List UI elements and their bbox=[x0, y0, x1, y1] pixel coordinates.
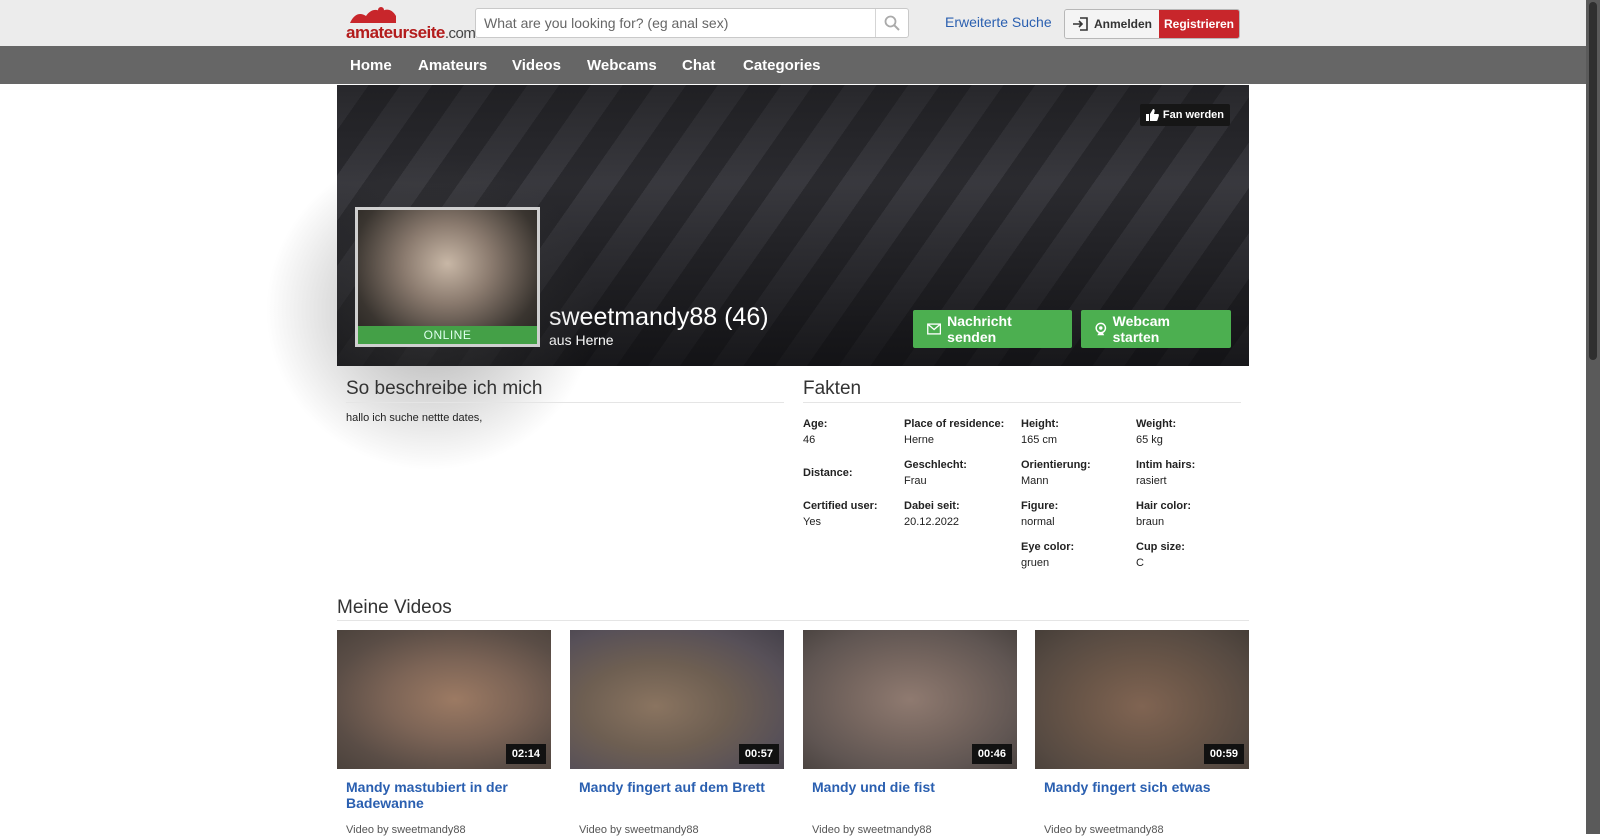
divider bbox=[803, 402, 1241, 403]
fact-age: Age: 46 bbox=[803, 418, 828, 446]
register-button[interactable]: Registrieren bbox=[1159, 10, 1239, 38]
fact-cup-size: Cup size: C bbox=[1136, 541, 1185, 569]
search-box bbox=[475, 8, 909, 38]
search-button[interactable] bbox=[875, 9, 908, 37]
fact-orientation: Orientierung: Mann bbox=[1021, 459, 1091, 487]
webcam-icon bbox=[1095, 322, 1107, 336]
fan-button-label: Fan werden bbox=[1162, 109, 1224, 121]
video-thumbnail[interactable]: 02:14 bbox=[337, 630, 551, 769]
fact-eye-color: Eye color: gruen bbox=[1021, 541, 1075, 569]
nav-item-webcams[interactable]: Webcams bbox=[587, 57, 657, 74]
video-card[interactable]: 00:57 Mandy fingert auf dem Brett Video … bbox=[570, 630, 784, 836]
video-card[interactable]: 00:46 Mandy und die fist Video by sweetm… bbox=[803, 630, 1017, 836]
advanced-search-link[interactable]: Erweiterte Suche bbox=[945, 14, 1052, 30]
send-message-label: Nachricht senden bbox=[947, 313, 1012, 345]
video-thumbnail[interactable]: 00:59 bbox=[1035, 630, 1249, 769]
fact-residence: Place of residence: Herne bbox=[904, 418, 1005, 446]
fact-figure: Figure: normal bbox=[1021, 500, 1059, 528]
video-title-link[interactable]: Mandy fingert auf dem Brett bbox=[579, 779, 779, 795]
video-title-link[interactable]: Mandy mastubiert in der Badewanne bbox=[346, 779, 546, 811]
search-icon bbox=[884, 15, 900, 31]
thumbs-up-icon bbox=[1145, 109, 1159, 121]
scrollbar-thumb[interactable] bbox=[1589, 2, 1597, 360]
video-card[interactable]: 00:59 Mandy fingert sich etwas Video by … bbox=[1035, 630, 1249, 836]
logo-suffix: .com bbox=[444, 25, 476, 42]
video-duration: 02:14 bbox=[505, 744, 546, 764]
main-nav: Home Amateurs Videos Webcams Chat Catego… bbox=[0, 46, 1586, 84]
video-author: Video by sweetmandy88 bbox=[579, 824, 699, 836]
auth-buttons: Anmelden Registrieren bbox=[1064, 9, 1240, 39]
about-text: hallo ich suche nettte dates, bbox=[346, 412, 483, 424]
start-webcam-button[interactable]: Webcam starten bbox=[1081, 310, 1231, 348]
video-author: Video by sweetmandy88 bbox=[346, 824, 466, 836]
fact-certified: Certified user: Yes bbox=[803, 500, 878, 528]
site-logo[interactable]: amateurseite.com bbox=[346, 6, 476, 42]
fact-hair-color: Hair color: braun bbox=[1136, 500, 1192, 528]
nav-item-videos[interactable]: Videos bbox=[512, 57, 561, 74]
fact-weight: Weight: 65 kg bbox=[1136, 418, 1177, 446]
fan-button[interactable]: Fan werden bbox=[1139, 104, 1230, 126]
logo-figure-icon bbox=[350, 7, 396, 23]
fact-intim-hairs: Intim hairs: rasiert bbox=[1136, 459, 1196, 487]
video-card[interactable]: 02:14 Mandy mastubiert in der Badewanne … bbox=[337, 630, 551, 836]
facts-title: Fakten bbox=[803, 378, 862, 399]
nav-item-home[interactable]: Home bbox=[350, 57, 392, 74]
video-duration: 00:57 bbox=[738, 744, 779, 764]
page-scrollbar[interactable] bbox=[1586, 0, 1600, 834]
login-label: Anmelden bbox=[1093, 17, 1152, 31]
video-title-link[interactable]: Mandy und die fist bbox=[812, 779, 1012, 795]
profile-avatar[interactable]: ONLINE bbox=[355, 207, 540, 347]
fact-distance: Distance: bbox=[803, 467, 853, 479]
video-title-link[interactable]: Mandy fingert sich etwas bbox=[1044, 779, 1244, 795]
nav-item-amateurs[interactable]: Amateurs bbox=[418, 57, 487, 74]
videos-title: Meine Videos bbox=[337, 597, 452, 618]
video-duration: 00:59 bbox=[1203, 744, 1244, 764]
login-icon bbox=[1072, 17, 1088, 31]
about-title: So beschreibe ich mich bbox=[346, 378, 543, 399]
online-status-badge: ONLINE bbox=[358, 326, 537, 344]
top-header: amateurseite.com Erweiterte Suche Anmeld… bbox=[0, 0, 1586, 46]
video-thumbnail[interactable]: 00:46 bbox=[803, 630, 1017, 769]
fact-member-since: Dabei seit: 20.12.2022 bbox=[904, 500, 960, 528]
envelope-icon bbox=[927, 323, 942, 335]
video-author: Video by sweetmandy88 bbox=[812, 824, 932, 836]
login-button[interactable]: Anmelden bbox=[1065, 10, 1159, 38]
search-input[interactable] bbox=[476, 9, 892, 37]
send-message-button[interactable]: Nachricht senden bbox=[913, 310, 1072, 348]
start-webcam-label: Webcam starten bbox=[1112, 313, 1170, 345]
divider bbox=[346, 402, 784, 403]
video-duration: 00:46 bbox=[971, 744, 1012, 764]
video-thumbnail[interactable]: 00:57 bbox=[570, 630, 784, 769]
nav-item-categories[interactable]: Categories bbox=[743, 57, 821, 74]
divider bbox=[337, 620, 1249, 621]
logo-text: amateurseite bbox=[346, 23, 445, 42]
fact-gender: Geschlecht: Frau bbox=[904, 459, 967, 487]
nav-item-chat[interactable]: Chat bbox=[682, 57, 715, 74]
fact-height: Height: 165 cm bbox=[1021, 418, 1059, 446]
video-author: Video by sweetmandy88 bbox=[1044, 824, 1164, 836]
